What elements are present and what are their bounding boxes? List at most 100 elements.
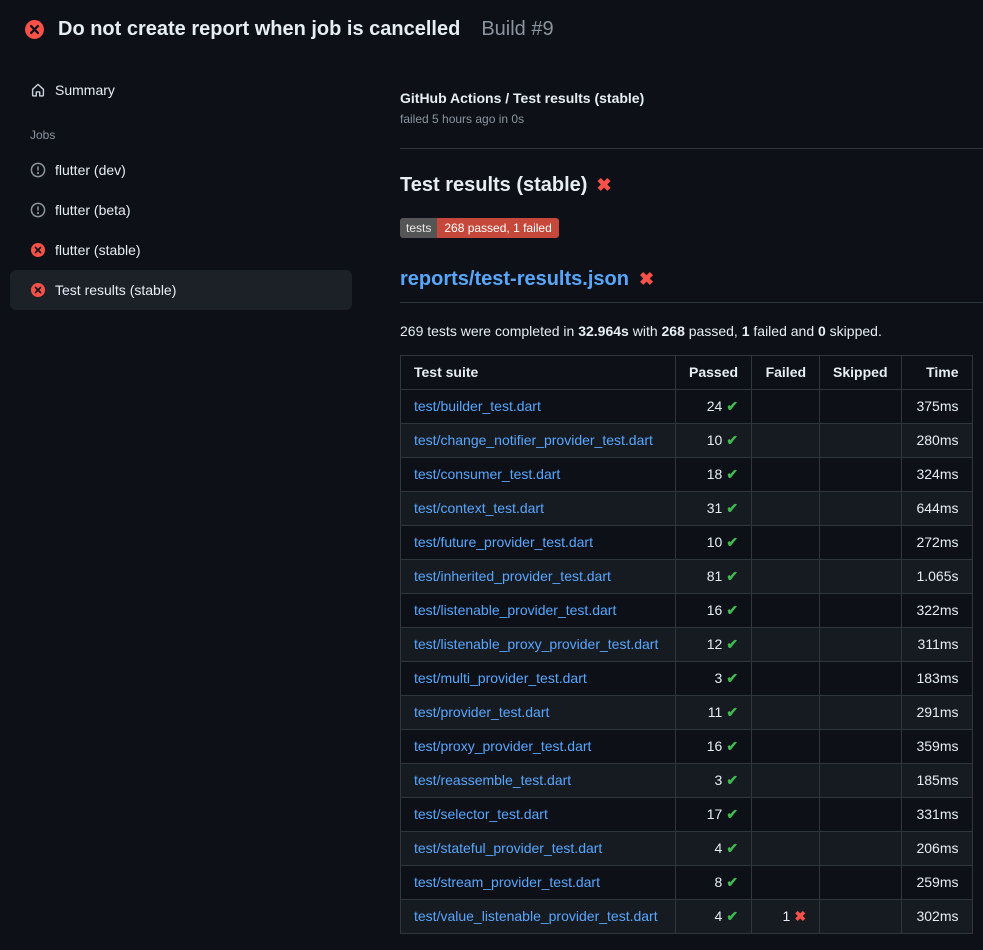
time-cell: 302ms — [901, 900, 972, 934]
main-content: GitHub Actions / Test results (stable) f… — [392, 56, 983, 934]
sidebar-item-flutter-beta[interactable]: flutter (beta) — [10, 190, 352, 230]
time-cell: 206ms — [901, 832, 972, 866]
table-row: test/builder_test.dart24✔375ms — [401, 390, 973, 424]
failed-cell — [752, 492, 820, 526]
passed-cell: 10✔ — [676, 526, 752, 560]
test-summary-line: 269 tests were completed in 32.964s with… — [400, 323, 983, 339]
skipped-cell — [820, 560, 901, 594]
test-suite-link[interactable]: test/future_provider_test.dart — [414, 534, 593, 550]
page-title: Do not create report when job is cancell… — [58, 16, 460, 42]
time-cell: 331ms — [901, 798, 972, 832]
suite-cell: test/consumer_test.dart — [401, 458, 676, 492]
suite-cell: test/reassemble_test.dart — [401, 764, 676, 798]
failed-cell — [752, 696, 820, 730]
check-icon: ✔ — [726, 534, 738, 550]
failed-cell — [752, 560, 820, 594]
test-suite-link[interactable]: test/listenable_proxy_provider_test.dart — [414, 636, 658, 652]
suite-cell: test/change_notifier_provider_test.dart — [401, 424, 676, 458]
check-icon: ✔ — [726, 500, 738, 516]
report-heading: reports/test-results.json ✖ — [400, 266, 983, 303]
passed-cell: 11✔ — [676, 696, 752, 730]
failed-cell — [752, 526, 820, 560]
column-header: Passed — [676, 356, 752, 390]
suite-cell: test/stream_provider_test.dart — [401, 866, 676, 900]
check-icon: ✔ — [726, 466, 738, 482]
table-row: test/proxy_provider_test.dart16✔359ms — [401, 730, 973, 764]
table-row: test/provider_test.dart 11✔ 291ms — [401, 696, 973, 730]
skipped-cell — [820, 900, 901, 934]
test-suite-link[interactable]: test/proxy_provider_test.dart — [414, 738, 591, 754]
home-icon — [30, 82, 46, 98]
sidebar-item-flutter-stable[interactable]: flutter (stable) — [10, 230, 352, 270]
test-suite-link[interactable]: test/value_listenable_provider_test.dart — [414, 908, 658, 924]
skipped-cell — [820, 424, 901, 458]
check-icon: ✔ — [726, 670, 738, 686]
failed-x-icon: ✖ — [639, 270, 654, 288]
run-title-bar: Do not create report when job is cancell… — [0, 0, 983, 56]
test-suite-link[interactable]: test/listenable_provider_test.dart — [414, 602, 616, 618]
failed-cell — [752, 764, 820, 798]
check-icon: ✔ — [726, 806, 738, 822]
test-suite-link[interactable]: test/inherited_provider_test.dart — [414, 568, 611, 584]
test-suite-link[interactable]: test/selector_test.dart — [414, 806, 548, 822]
passed-cell: 81✔ — [676, 560, 752, 594]
test-suite-link[interactable]: test/provider_test.dart — [414, 704, 549, 720]
table-row: test/value_listenable_provider_test.dart… — [401, 900, 973, 934]
skipped-cell — [820, 492, 901, 526]
passed-count: 268 — [662, 323, 685, 339]
jobs-heading: Jobs — [10, 110, 392, 150]
sidebar-item-summary[interactable]: Summary — [10, 70, 352, 110]
results-table: Test suitePassedFailedSkippedTime test/b… — [400, 355, 973, 934]
test-suite-link[interactable]: test/reassemble_test.dart — [414, 772, 571, 788]
sidebar-item-test-results-stable[interactable]: Test results (stable) — [10, 270, 352, 310]
column-header: Time — [901, 356, 972, 390]
skipped-cell — [820, 594, 901, 628]
test-suite-link[interactable]: test/builder_test.dart — [414, 398, 541, 414]
test-suite-link[interactable]: test/consumer_test.dart — [414, 466, 560, 482]
skipped-cell — [820, 832, 901, 866]
build-number: Build #9 — [481, 18, 553, 41]
sidebar-jobs: flutter (dev) flutter (beta) flutter (stab… — [10, 150, 392, 310]
sidebar-item-flutter-dev[interactable]: flutter (dev) — [10, 150, 352, 190]
check-icon: ✔ — [726, 568, 738, 584]
test-suite-link[interactable]: test/stream_provider_test.dart — [414, 874, 600, 890]
test-suite-link[interactable]: test/change_notifier_provider_test.dart — [414, 432, 653, 448]
time-cell: 375ms — [901, 390, 972, 424]
failed-cell — [752, 798, 820, 832]
check-icon: ✔ — [726, 874, 738, 890]
test-suite-link[interactable]: test/stateful_provider_test.dart — [414, 840, 602, 856]
x-circle-icon — [30, 282, 46, 298]
time-cell: 280ms — [901, 424, 972, 458]
alert-circle-icon — [30, 202, 46, 218]
check-icon: ✔ — [726, 432, 738, 448]
check-icon: ✔ — [726, 738, 738, 754]
check-icon: ✔ — [726, 704, 738, 720]
results-table-head-row: Test suitePassedFailedSkippedTime — [401, 356, 973, 390]
passed-cell: 4✔ — [676, 832, 752, 866]
table-row: test/future_provider_test.dart10✔272ms — [401, 526, 973, 560]
skipped-cell — [820, 866, 901, 900]
suite-cell: test/multi_provider_test.dart — [401, 662, 676, 696]
column-header: Test suite — [401, 356, 676, 390]
suite-cell: test/inherited_provider_test.dart — [401, 560, 676, 594]
check-icon: ✔ — [726, 636, 738, 652]
test-suite-link[interactable]: test/context_test.dart — [414, 500, 544, 516]
skipped-cell — [820, 696, 901, 730]
time-cell: 291ms — [901, 696, 972, 730]
test-suite-link[interactable]: test/multi_provider_test.dart — [414, 670, 587, 686]
alert-circle-icon — [30, 162, 46, 178]
suite-cell: test/provider_test.dart — [401, 696, 676, 730]
passed-cell: 16✔ — [676, 730, 752, 764]
report-file-link[interactable]: reports/test-results.json — [400, 266, 629, 292]
time-cell: 183ms — [901, 662, 972, 696]
table-row: test/selector_test.dart 17✔ 331ms — [401, 798, 973, 832]
passed-cell: 17✔ — [676, 798, 752, 832]
badge-value: 268 passed, 1 failed — [437, 218, 558, 238]
skipped-cell — [820, 390, 901, 424]
job-label: flutter (dev) — [55, 160, 126, 180]
section-heading: Test results (stable) ✖ — [400, 172, 983, 198]
job-label: flutter (beta) — [55, 200, 130, 220]
check-icon: ✔ — [726, 602, 738, 618]
passed-cell: 3✔ — [676, 662, 752, 696]
suite-cell: test/context_test.dart — [401, 492, 676, 526]
